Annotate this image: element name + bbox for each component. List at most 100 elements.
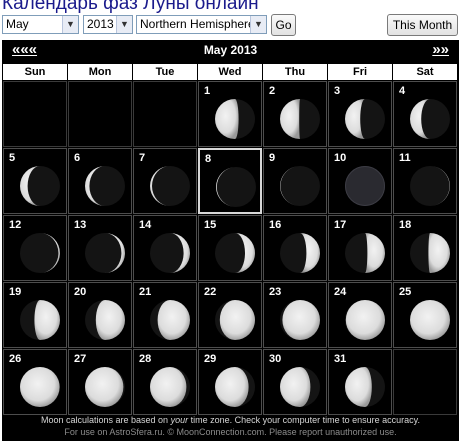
day-number: 24	[334, 286, 347, 298]
day-cell[interactable]: 30	[263, 349, 327, 415]
moon-phase-icon	[345, 99, 385, 139]
day-cell[interactable]: 23	[263, 282, 327, 348]
day-cell[interactable]: 31	[328, 349, 392, 415]
hemisphere-select[interactable]: Northern Hemisphere ▼	[136, 15, 267, 34]
weekday-header: Sun	[3, 64, 67, 80]
day-cell[interactable]: 19	[3, 282, 67, 348]
day-number: 4	[399, 85, 406, 97]
moon-phase-icon	[20, 367, 60, 407]
day-cell[interactable]: 14	[133, 215, 197, 281]
day-cell[interactable]: 2	[263, 81, 327, 147]
day-number: 17	[334, 219, 347, 231]
this-month-button[interactable]: This Month	[387, 14, 458, 36]
weekday-header: Mon	[68, 64, 132, 80]
moon-lit-part	[345, 367, 372, 407]
moon-phase-icon	[410, 99, 450, 139]
month-select[interactable]: May ▼	[2, 15, 79, 34]
next-month-link[interactable]: »»	[432, 41, 449, 58]
moon-lit-part	[150, 367, 187, 407]
day-cell[interactable]: 12	[3, 215, 67, 281]
day-cell[interactable]: 5	[3, 148, 67, 214]
controls-bar: May ▼ 2013 ▼ Northern Hemisphere ▼ Go Th…	[0, 13, 461, 39]
day-cell[interactable]: 20	[68, 282, 132, 348]
day-number: 2	[269, 85, 276, 97]
day-number: 12	[9, 219, 22, 231]
day-cell[interactable]: 29	[198, 349, 262, 415]
day-cell[interactable]: 21	[133, 282, 197, 348]
day-cell[interactable]: 28	[133, 349, 197, 415]
moon-lit-part	[280, 99, 300, 139]
moon-phase-icon	[150, 233, 190, 273]
moon-phase-icon	[20, 166, 60, 206]
month-title: May 2013	[203, 43, 258, 57]
moon-lit-part	[345, 300, 385, 340]
moon-phase-icon	[280, 367, 320, 407]
moon-lit-part	[34, 300, 60, 340]
day-number: 30	[269, 353, 282, 365]
day-cell[interactable]: 16	[263, 215, 327, 281]
empty-day-cell	[3, 81, 67, 147]
empty-day-cell	[133, 81, 197, 147]
moon-phase-icon	[345, 233, 385, 273]
moon-phase-icon	[216, 167, 256, 207]
day-number: 28	[139, 353, 152, 365]
calendar-footer: Moon calculations are based on your time…	[2, 413, 459, 441]
day-cell[interactable]: 25	[393, 282, 457, 348]
moon-lit-part	[20, 367, 60, 407]
chevron-down-icon: ▼	[62, 16, 78, 33]
moon-phase-icon	[215, 233, 255, 273]
year-select[interactable]: 2013 ▼	[83, 15, 133, 34]
moon-phase-icon	[150, 166, 190, 206]
chevron-down-icon: ▼	[250, 16, 266, 33]
day-number: 8	[205, 153, 212, 165]
day-cell[interactable]: 9	[263, 148, 327, 214]
moon-phase-icon	[215, 99, 255, 139]
day-number: 18	[399, 219, 412, 231]
moon-lit-part	[365, 233, 385, 273]
moon-phase-icon	[280, 233, 320, 273]
moon-lit-part	[215, 99, 239, 139]
moon-lit-part	[428, 233, 450, 273]
day-cell[interactable]: 10	[328, 148, 392, 214]
day-cell[interactable]: 13	[68, 215, 132, 281]
moon-lit-part	[95, 300, 125, 340]
day-number: 5	[9, 152, 16, 164]
weekday-header: Fri	[328, 64, 392, 80]
day-cell[interactable]: 3	[328, 81, 392, 147]
weekday-header: Sat	[393, 64, 457, 80]
hemisphere-select-value: Northern Hemisphere	[140, 17, 255, 31]
day-number: 11	[399, 152, 411, 164]
page-title: Календарь фаз Луны онлайн	[2, 0, 259, 14]
empty-day-cell	[393, 349, 457, 415]
moon-phase-icon	[85, 233, 125, 273]
day-cell[interactable]: 1	[198, 81, 262, 147]
day-cell[interactable]: 18	[393, 215, 457, 281]
moon-phase-icon	[85, 300, 125, 340]
day-number: 1	[204, 85, 211, 97]
day-number: 21	[139, 286, 152, 298]
moon-phase-icon	[85, 166, 125, 206]
day-number: 16	[269, 219, 282, 231]
day-cell[interactable]: 6	[68, 148, 132, 214]
day-cell[interactable]: 7	[133, 148, 197, 214]
day-number: 3	[334, 85, 341, 97]
day-cell[interactable]: 11	[393, 148, 457, 214]
day-cell[interactable]: 8	[198, 148, 262, 214]
timezone-note-emphasis: your	[170, 415, 189, 425]
weekday-header: Tue	[133, 64, 197, 80]
day-cell[interactable]: 27	[68, 349, 132, 415]
day-cell[interactable]: 4	[393, 81, 457, 147]
moon-phase-icon	[20, 300, 60, 340]
day-cell[interactable]: 17	[328, 215, 392, 281]
go-button[interactable]: Go	[271, 14, 296, 36]
day-cell[interactable]: 22	[198, 282, 262, 348]
moon-phase-icon	[410, 233, 450, 273]
moon-lit-part	[282, 300, 320, 340]
day-cell[interactable]: 24	[328, 282, 392, 348]
day-cell[interactable]: 26	[3, 349, 67, 415]
day-number: 6	[74, 152, 81, 164]
moon-phase-icon	[280, 99, 320, 139]
calendar-grid: Sun Mon Tue Wed Thu Fri Sat 1 2 3 4 5 6 7 8 9 10 11 12 13 14…	[3, 64, 459, 416]
day-cell[interactable]: 15	[198, 215, 262, 281]
day-number: 27	[74, 353, 87, 365]
